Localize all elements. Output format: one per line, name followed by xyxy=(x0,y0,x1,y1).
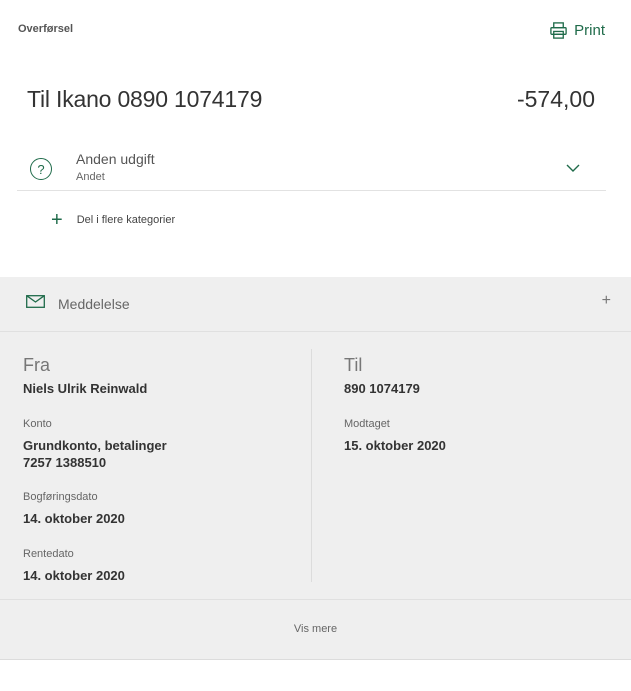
divider xyxy=(0,599,631,600)
account-label: Konto xyxy=(23,418,52,430)
from-heading: Fra xyxy=(23,355,50,375)
transaction-summary: Overførsel Print Til Ikano 0890 1074179 … xyxy=(0,0,631,277)
print-button[interactable]: Print xyxy=(549,21,605,40)
chevron-down-icon xyxy=(566,164,580,172)
details-panel: Meddelelse + Fra Niels Ulrik Reinwald Ko… xyxy=(0,277,631,660)
column-divider xyxy=(311,349,312,582)
envelope-icon xyxy=(26,295,45,308)
print-label: Print xyxy=(574,22,605,39)
category-selector[interactable]: ? Anden udgift Andet xyxy=(17,146,606,191)
interest-date-label: Rentedato xyxy=(23,548,74,560)
show-more-link[interactable]: Vis mere xyxy=(0,623,631,635)
message-row[interactable]: Meddelelse + xyxy=(0,277,631,332)
page-label: Overførsel xyxy=(18,23,74,35)
printer-icon xyxy=(550,22,567,39)
transaction-amount: -574,00 xyxy=(516,86,595,112)
received-label: Modtaget xyxy=(344,418,390,430)
message-label: Meddelelse xyxy=(58,296,130,312)
booking-date: 14. oktober 2020 xyxy=(23,511,125,526)
account-number: 7257 1388510 xyxy=(23,455,107,470)
to-heading: Til xyxy=(344,355,363,375)
message-expand-icon[interactable]: + xyxy=(602,292,611,310)
question-circle-icon: ? xyxy=(30,158,52,180)
category-sub: Andet xyxy=(76,171,105,183)
plus-icon: + xyxy=(51,209,63,231)
transaction-title: Til Ikano 0890 1074179 xyxy=(27,86,263,112)
interest-date: 14. oktober 2020 xyxy=(23,568,125,583)
to-account: 890 1074179 xyxy=(344,381,420,396)
booking-date-label: Bogføringsdato xyxy=(23,491,98,503)
split-label: Del i flere kategorier xyxy=(76,214,176,226)
panel-bottom-border xyxy=(0,659,631,660)
from-name: Niels Ulrik Reinwald xyxy=(23,381,148,396)
account-name: Grundkonto, betalinger xyxy=(23,438,167,453)
received-date: 15. oktober 2020 xyxy=(344,438,446,453)
category-main: Anden udgift xyxy=(76,151,155,167)
split-categories-button[interactable]: + Del i flere kategorier xyxy=(51,209,176,231)
